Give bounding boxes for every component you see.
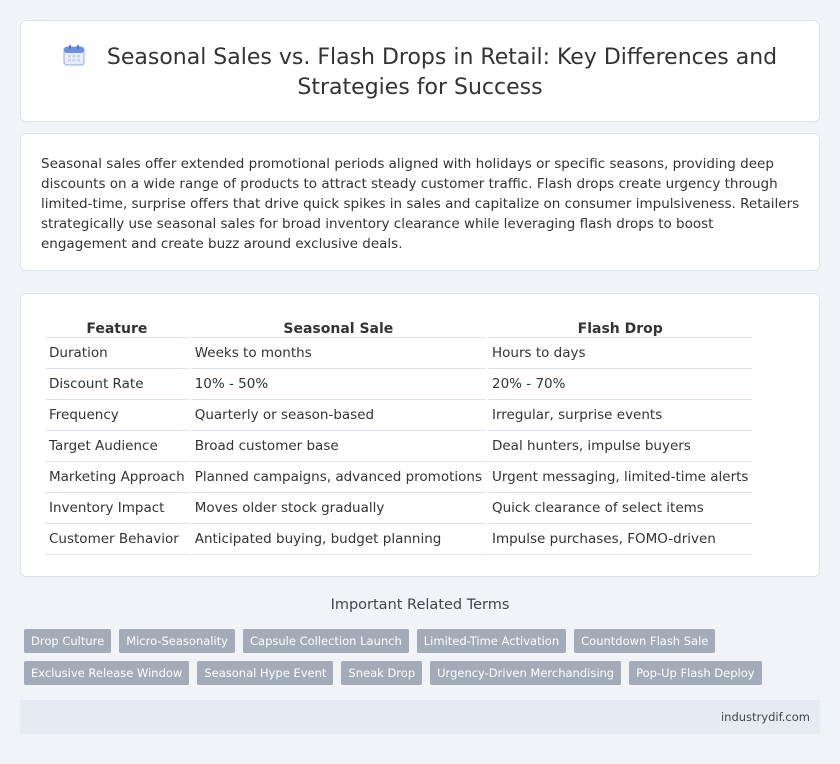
tag-limited-time-activation[interactable]: Limited-Time Activation <box>416 629 567 653</box>
table-cell: Hours to days <box>487 338 753 369</box>
tag-drop-culture[interactable]: Drop Culture <box>24 629 112 653</box>
tag-sneak-drop[interactable]: Sneak Drop <box>341 661 423 685</box>
comparison-table: Feature Seasonal Sale Flash Drop Duratio… <box>43 316 754 555</box>
table-cell: Deal hunters, impulse buyers <box>487 431 753 462</box>
table-cell: Marketing Approach <box>45 462 189 493</box>
table-cell: Discount Rate <box>45 369 189 400</box>
column-header-feature: Feature <box>45 316 189 338</box>
table-cell: Anticipated buying, budget planning <box>190 524 486 555</box>
table-cell: Target Audience <box>45 431 189 462</box>
tag-countdown-flash-sale[interactable]: Countdown Flash Sale <box>574 629 716 653</box>
table-row: Discount Rate 10% - 50% 20% - 70% <box>45 369 753 400</box>
tag-seasonal-hype-event[interactable]: Seasonal Hype Event <box>197 661 334 685</box>
table-header-row: Feature Seasonal Sale Flash Drop <box>45 316 753 338</box>
related-terms-heading: Important Related Terms <box>330 597 510 613</box>
tag-micro-seasonality[interactable]: Micro-Seasonality <box>119 629 235 653</box>
tag-urgency-driven-merchandising[interactable]: Urgency-Driven Merchandising <box>430 661 622 685</box>
table-cell: Planned campaigns, advanced promotions <box>190 462 486 493</box>
related-terms-tags: Drop Culture Micro-Seasonality Capsule C… <box>24 629 824 693</box>
tag-row-2: Exclusive Release Window Seasonal Hype E… <box>24 661 824 685</box>
table-cell: Impulse purchases, FOMO-driven <box>487 524 753 555</box>
table-cell: Weeks to months <box>190 338 486 369</box>
table-cell: Quick clearance of select items <box>487 493 753 524</box>
title-line-1: Seasonal Sales vs. Flash Drops in Retail… <box>106 45 778 70</box>
footer-site-link[interactable]: industrydif.com <box>721 710 810 724</box>
table-cell: Frequency <box>45 400 189 431</box>
column-header-flash-drop: Flash Drop <box>487 316 753 338</box>
intro-card: Seasonal sales offer extended promotiona… <box>20 133 820 271</box>
table-cell: Inventory Impact <box>45 493 189 524</box>
page-title: Seasonal Sales vs. Flash Drops in Retail… <box>21 43 819 103</box>
intro-paragraph: Seasonal sales offer extended promotiona… <box>41 156 800 252</box>
table-cell: Moves older stock gradually <box>190 493 486 524</box>
table-cell: Duration <box>45 338 189 369</box>
table-cell: Quarterly or season-based <box>190 400 486 431</box>
table-row: Marketing Approach Planned campaigns, ad… <box>45 462 753 493</box>
table-cell: Broad customer base <box>190 431 486 462</box>
table-cell: 10% - 50% <box>190 369 486 400</box>
table-row: Target Audience Broad customer base Deal… <box>45 431 753 462</box>
footer: industrydif.com <box>20 700 820 734</box>
table-row: Customer Behavior Anticipated buying, bu… <box>45 524 753 555</box>
table-cell: Urgent messaging, limited-time alerts <box>487 462 753 493</box>
column-header-seasonal-sale: Seasonal Sale <box>190 316 486 338</box>
comparison-card: Feature Seasonal Sale Flash Drop Duratio… <box>20 293 820 577</box>
title-line-2: Strategies for Success <box>297 75 543 100</box>
table-row: Duration Weeks to months Hours to days <box>45 338 753 369</box>
tag-capsule-collection-launch[interactable]: Capsule Collection Launch <box>243 629 409 653</box>
table-row: Inventory Impact Moves older stock gradu… <box>45 493 753 524</box>
title-card: Seasonal Sales vs. Flash Drops in Retail… <box>20 20 820 122</box>
table-cell: Irregular, surprise events <box>487 400 753 431</box>
tag-pop-up-flash-deploy[interactable]: Pop-Up Flash Deploy <box>629 661 762 685</box>
table-row: Frequency Quarterly or season-based Irre… <box>45 400 753 431</box>
table-cell: 20% - 70% <box>487 369 753 400</box>
table-cell: Customer Behavior <box>45 524 189 555</box>
calendar-icon <box>63 44 85 66</box>
tag-row-1: Drop Culture Micro-Seasonality Capsule C… <box>24 629 824 653</box>
tag-exclusive-release-window[interactable]: Exclusive Release Window <box>24 661 190 685</box>
